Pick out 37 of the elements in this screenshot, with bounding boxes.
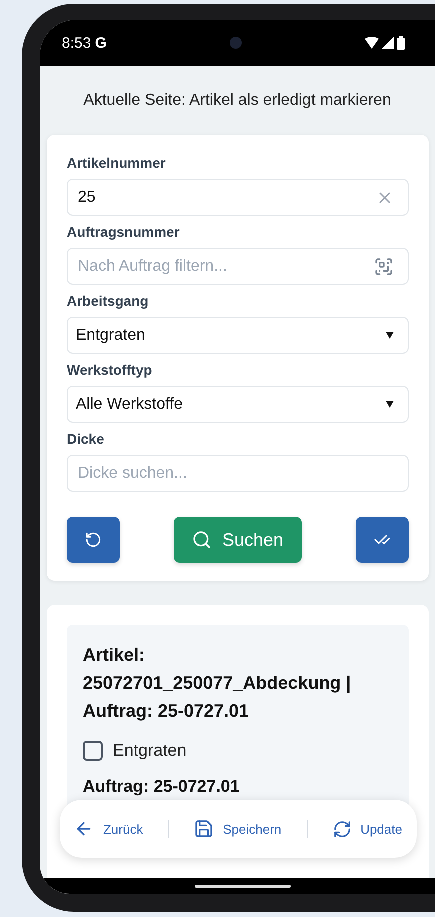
checkbox[interactable] — [83, 741, 103, 761]
dropdown-field[interactable]: Entgraten — [67, 317, 409, 354]
input-field[interactable]: 25 — [76, 188, 376, 208]
search-icon — [192, 530, 212, 550]
dropdown-field[interactable]: Alle Werkstoffe — [67, 386, 409, 423]
page-title: Aktuelle Seite: Artikel als erledigt markieren — [82, 91, 392, 111]
result-title: Artikel: 25072701_250077_Abdeckung | Auftrag: 25-0727.01 — [83, 644, 352, 723]
battery-icon — [397, 36, 405, 50]
field-label: Auftragsnummer — [67, 224, 181, 240]
field-label: Dicke — [67, 431, 106, 447]
field-label: Werkstofftyp — [67, 362, 154, 378]
text-field[interactable]: 25 — [67, 179, 409, 216]
back-button[interactable]: Zurück — [70, 815, 148, 843]
dropdown-caret-icon — [386, 332, 394, 339]
field-label: Artikelnummer — [67, 155, 167, 171]
reset-icon — [85, 530, 102, 550]
search-button[interactable]: Suchen — [174, 517, 302, 563]
checkbox-label: Entgraten — [113, 741, 187, 761]
signal-icon — [382, 37, 394, 49]
input-field[interactable]: Nach Auftrag filtern... — [76, 256, 374, 276]
status-time: 8:53 — [62, 34, 92, 52]
input-field[interactable]: Dicke suchen... — [76, 464, 394, 484]
text-field[interactable]: Dicke suchen... — [67, 455, 409, 492]
text-field[interactable]: Nach Auftrag filtern... — [67, 248, 409, 285]
save-icon — [194, 819, 214, 839]
status-mark: G — [95, 34, 107, 52]
update-button[interactable]: Update — [328, 816, 406, 842]
result-title: Auftrag: 25-0727.01 — [83, 777, 241, 797]
save-button[interactable]: Speichern — [190, 815, 286, 843]
reset-button[interactable] — [67, 517, 120, 563]
dropdown-caret-icon — [386, 401, 394, 408]
field-label: Arbeitsgang — [67, 293, 150, 309]
wifi-icon — [365, 37, 379, 49]
double-check-button[interactable] — [356, 517, 409, 563]
refresh-icon — [332, 820, 352, 838]
camera-icon — [230, 37, 242, 49]
qr-scan-icon[interactable] — [374, 256, 394, 276]
